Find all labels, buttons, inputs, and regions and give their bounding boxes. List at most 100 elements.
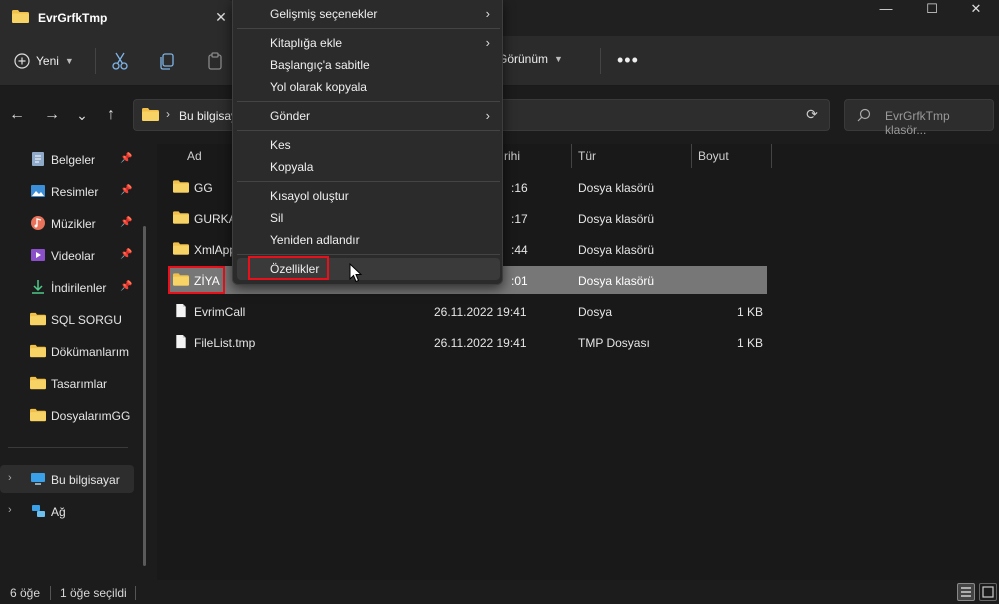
sidebar-item-label: İndirilenler	[51, 281, 107, 295]
computer-icon	[31, 473, 45, 485]
more-options-icon[interactable]: •••	[617, 50, 639, 71]
chevron-right-icon: ›	[485, 35, 490, 50]
sidebar-item-this-pc[interactable]: › Bu bilgisayar	[0, 465, 134, 493]
menu-item-advanced-options[interactable]: Gelişmiş seçenekler ›	[237, 3, 500, 25]
chevron-right-icon[interactable]: ›	[8, 472, 12, 484]
forward-button[interactable]: →	[40, 103, 64, 127]
back-button[interactable]: ←	[5, 103, 29, 127]
copy-icon[interactable]	[156, 50, 178, 72]
column-divider[interactable]	[691, 144, 692, 168]
table-row[interactable]: EvrimCall 26.11.2022 19:41 Dosya 1 KB	[169, 297, 767, 325]
column-divider[interactable]	[571, 144, 572, 168]
refresh-icon[interactable]: ⟳	[803, 106, 821, 124]
menu-item-label: Kopyala	[270, 160, 314, 174]
new-label: Yeni	[36, 54, 59, 68]
column-header-size[interactable]: Boyut	[698, 149, 729, 163]
table-row[interactable]: FileList.tmp 26.11.2022 19:41 TMP Dosyas…	[169, 328, 767, 356]
file-date: :16	[511, 181, 528, 195]
up-button[interactable]: ↑	[99, 103, 123, 127]
sidebar-item-dosyalarimgg[interactable]: DosyalarımGG	[0, 401, 138, 429]
file-icon	[176, 303, 186, 318]
toolbar-divider	[95, 48, 96, 74]
item-count: 6 öğe	[10, 586, 41, 600]
menu-item-pin-to-start[interactable]: Başlangıç'a sabitle	[237, 54, 500, 76]
menu-item-label: Kes	[270, 138, 291, 152]
menu-item-create-shortcut[interactable]: Kısayol oluştur	[237, 185, 500, 207]
chevron-right-icon[interactable]: ›	[8, 504, 12, 516]
tiles-view-icon[interactable]	[979, 583, 997, 601]
pin-icon[interactable]: 📌	[120, 153, 132, 165]
menu-item-send-to[interactable]: Gönder ›	[237, 105, 500, 127]
details-view-icon[interactable]	[957, 583, 975, 601]
paste-icon[interactable]	[204, 50, 226, 72]
sidebar-item-sql-sorgu[interactable]: SQL SORGU	[0, 305, 138, 333]
file-type: Dosya klasörü	[578, 243, 655, 257]
column-header-type[interactable]: Tür	[578, 149, 596, 163]
menu-divider	[237, 254, 500, 255]
sidebar-divider	[8, 447, 128, 448]
sidebar-item-dokumanlarim[interactable]: Dökümanlarım	[0, 337, 138, 365]
maximize-button[interactable]: ☐	[909, 0, 955, 20]
close-button[interactable]: ✕	[953, 0, 999, 20]
menu-item-add-to-library[interactable]: Kitaplığa ekle ›	[237, 32, 500, 54]
menu-item-label: Kitaplığa ekle	[270, 36, 343, 50]
column-header-date[interactable]: rihi	[504, 149, 520, 163]
menu-item-copy[interactable]: Kopyala	[237, 156, 500, 178]
pin-icon[interactable]: 📌	[120, 217, 132, 229]
folder-icon	[30, 344, 46, 358]
file-name: FileList.tmp	[194, 336, 256, 350]
menu-item-rename[interactable]: Yeniden adlandır	[237, 229, 500, 251]
file-date: :44	[511, 243, 528, 257]
column-divider[interactable]	[771, 144, 772, 168]
menu-item-label: Yeniden adlandır	[270, 233, 360, 247]
recent-locations-button[interactable]: ⌄	[70, 103, 94, 127]
sidebar-item-network[interactable]: › Ağ	[0, 497, 138, 525]
file-name: EvrimCall	[194, 305, 246, 319]
file-size: 1 KB	[736, 336, 763, 350]
file-name: GG	[194, 181, 213, 195]
menu-item-copy-as-path[interactable]: Yol olarak kopyala	[237, 76, 500, 98]
sidebar-item-tasarimlar[interactable]: Tasarımlar	[0, 369, 138, 397]
sidebar-item-pictures[interactable]: Resimler 📌	[0, 177, 138, 205]
pin-icon[interactable]: 📌	[120, 185, 132, 197]
status-divider	[50, 586, 51, 600]
folder-icon	[173, 180, 189, 193]
menu-item-delete[interactable]: Sil	[237, 207, 500, 229]
file-date: :01	[511, 274, 528, 288]
file-name: XmlApp	[194, 243, 237, 257]
menu-item-cut[interactable]: Kes	[237, 134, 500, 156]
menu-item-label: Gelişmiş seçenekler	[270, 7, 378, 21]
sidebar-item-downloads[interactable]: İndirilenler 📌	[0, 273, 138, 301]
sidebar-item-music[interactable]: Müzikler 📌	[0, 209, 138, 237]
tab-close-icon[interactable]: ✕	[212, 8, 230, 26]
chevron-right-icon: ›	[485, 6, 490, 21]
menu-item-label: Başlangıç'a sabitle	[270, 58, 370, 72]
chevron-down-icon: ▼	[554, 54, 563, 64]
folder-icon	[30, 312, 46, 326]
breadcrumb-chevron-icon[interactable]: ›	[166, 107, 170, 121]
file-type: Dosya klasörü	[578, 212, 655, 226]
sidebar-item-label: Tasarımlar	[51, 377, 108, 391]
folder-icon	[142, 108, 159, 121]
column-header-name[interactable]: Ad	[187, 149, 202, 163]
search-icon	[857, 108, 871, 122]
tab-evrgrfktmp[interactable]: EvrGrfkTmp ✕	[0, 0, 236, 36]
pin-icon[interactable]: 📌	[120, 249, 132, 261]
new-button[interactable]: Yeni ▼	[14, 50, 74, 72]
sidebar-item-videos[interactable]: Videolar 📌	[0, 241, 138, 269]
search-input[interactable]: EvrGrfkTmp klasör...	[844, 99, 994, 137]
status-divider	[135, 586, 136, 600]
menu-item-label: Sil	[270, 211, 284, 225]
network-icon	[32, 505, 45, 517]
cut-icon[interactable]	[109, 50, 131, 72]
menu-divider	[237, 101, 500, 102]
sidebar-item-documents[interactable]: Belgeler 📌	[0, 145, 138, 173]
folder-icon	[30, 376, 46, 390]
view-button[interactable]: Görünüm ▼	[498, 52, 563, 66]
sidebar-scrollbar[interactable]	[143, 226, 146, 566]
pin-icon[interactable]: 📌	[120, 281, 132, 293]
file-type: Dosya klasörü	[578, 181, 655, 195]
menu-item-label: Gönder	[270, 109, 311, 123]
chevron-down-icon: ▼	[64, 56, 74, 66]
minimize-button[interactable]: —	[863, 0, 909, 20]
